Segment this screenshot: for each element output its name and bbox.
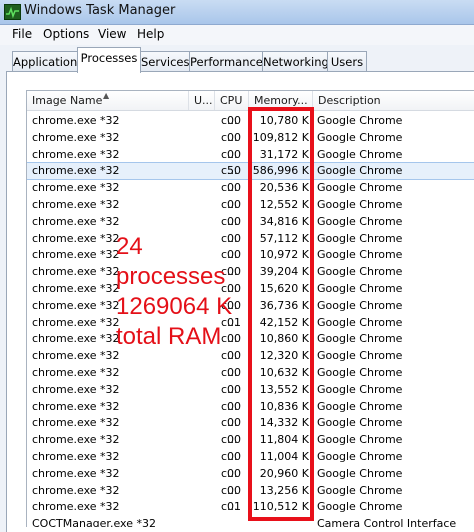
process-name: chrome.exe *32 xyxy=(32,181,120,195)
process-description: Google Chrome xyxy=(317,231,403,245)
process-name: chrome.exe *32 xyxy=(32,500,120,514)
process-cpu: 00 xyxy=(227,130,241,144)
process-description: Google Chrome xyxy=(317,382,403,396)
process-name: chrome.exe *32 xyxy=(32,114,120,127)
process-name: chrome.exe *32 xyxy=(32,130,120,144)
sort-ascending-icon: ▲ xyxy=(103,91,110,100)
process-description: Google Chrome xyxy=(317,450,403,463)
process-description: Google Chrome xyxy=(317,315,403,329)
column-user[interactable]: U... xyxy=(189,91,215,110)
process-name: chrome.exe *32 xyxy=(32,147,120,161)
annotation-line-4: total RAM xyxy=(116,323,222,350)
tab-strip: Applications Processes Services Performa… xyxy=(0,46,474,73)
tab-applications[interactable]: Applications xyxy=(12,51,83,72)
process-description: Google Chrome xyxy=(317,500,403,514)
process-cpu: 00 xyxy=(227,214,241,228)
process-name: chrome.exe *32 xyxy=(32,483,120,497)
process-cpu: 00 xyxy=(227,198,241,211)
column-description[interactable]: Description xyxy=(313,91,474,110)
process-description: Google Chrome xyxy=(317,282,403,295)
process-description: Google Chrome xyxy=(317,349,403,363)
process-name: COCTManager.exe *32 xyxy=(32,517,156,527)
process-description: Google Chrome xyxy=(317,130,403,144)
process-cpu: 50 xyxy=(227,164,241,178)
column-image-name[interactable]: ▲ Image Name xyxy=(27,91,189,110)
process-cpu: 01 xyxy=(227,500,241,514)
annotation-line-1: 24 xyxy=(116,233,143,260)
process-cpu: 00 xyxy=(227,399,241,413)
process-cpu: 00 xyxy=(227,416,241,430)
process-name: chrome.exe *32 xyxy=(32,450,120,463)
process-description: Google Chrome xyxy=(317,332,403,346)
column-cpu[interactable]: CPU xyxy=(215,91,249,110)
process-description: Google Chrome xyxy=(317,164,403,178)
process-name: chrome.exe *32 xyxy=(32,399,120,413)
process-cpu: 00 xyxy=(227,114,241,127)
process-description: Google Chrome xyxy=(317,181,403,195)
process-cpu: 00 xyxy=(227,382,241,396)
process-cpu: 00 xyxy=(227,366,241,379)
annotation-line-3: 1269064 K xyxy=(116,293,233,320)
tab-networking[interactable]: Networking xyxy=(262,51,329,72)
process-description: Google Chrome xyxy=(317,366,403,379)
process-name: chrome.exe *32 xyxy=(32,382,120,396)
process-cpu: 00 xyxy=(227,147,241,161)
process-name: chrome.exe *32 xyxy=(32,466,120,480)
process-name: chrome.exe *32 xyxy=(32,366,120,379)
process-description: Google Chrome xyxy=(317,416,403,430)
process-description: Google Chrome xyxy=(317,466,403,480)
process-description: Google Chrome xyxy=(317,265,403,279)
process-cpu: 00 xyxy=(227,466,241,480)
process-description: Google Chrome xyxy=(317,399,403,413)
menu-view[interactable]: View xyxy=(98,27,126,41)
tab-processes[interactable]: Processes xyxy=(77,47,141,73)
annotation-line-2: processes xyxy=(116,263,226,290)
process-description: Google Chrome xyxy=(317,248,403,262)
tab-performance[interactable]: Performance xyxy=(189,51,263,72)
menu-help[interactable]: Help xyxy=(137,27,164,41)
menu-file[interactable]: File xyxy=(12,27,32,41)
process-description: Google Chrome xyxy=(317,214,403,228)
tab-users[interactable]: Users xyxy=(327,51,367,72)
menu-bar: File Options View Help xyxy=(0,25,474,45)
tab-services[interactable]: Services xyxy=(140,51,190,72)
menu-options[interactable]: Options xyxy=(43,27,89,41)
process-name: chrome.exe *32 xyxy=(32,416,120,430)
process-name: chrome.exe *32 xyxy=(32,433,120,447)
process-description: Google Chrome xyxy=(317,147,403,161)
column-image-name-label: Image Name xyxy=(32,94,103,107)
task-manager-icon xyxy=(4,4,21,20)
process-cpu: 00 xyxy=(227,181,241,195)
process-description: Google Chrome xyxy=(317,198,403,211)
process-description: Google Chrome xyxy=(317,433,403,447)
title-bar: Windows Task Manager xyxy=(0,0,474,25)
process-name: chrome.exe *32 xyxy=(32,198,120,211)
process-description: Camera Control Interface xyxy=(317,517,457,527)
process-cpu: 00 xyxy=(227,483,241,497)
process-name: chrome.exe *32 xyxy=(32,164,120,178)
process-description: Google Chrome xyxy=(317,114,403,127)
process-cpu: 00 xyxy=(227,433,241,447)
annotation-text: 24 processes 1269064 K total RAM xyxy=(116,232,232,352)
process-cpu xyxy=(225,516,241,527)
process-cpu: 00 xyxy=(227,450,241,463)
memory-highlight-box xyxy=(248,107,314,521)
window-title: Windows Task Manager xyxy=(24,3,176,18)
process-name: chrome.exe *32 xyxy=(32,214,120,228)
process-description: Google Chrome xyxy=(317,483,403,497)
process-description: Google Chrome xyxy=(317,298,403,312)
